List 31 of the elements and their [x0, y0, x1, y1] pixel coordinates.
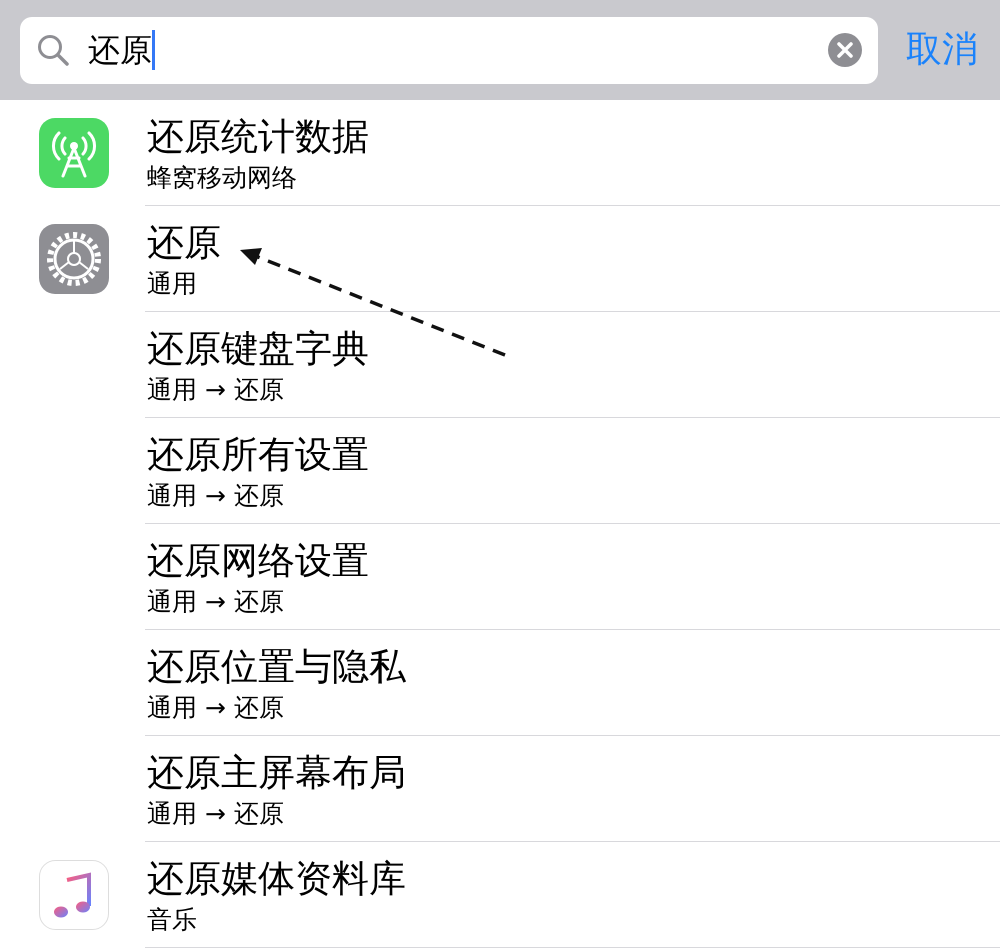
result-path: 蜂窝移动网络 — [147, 162, 297, 194]
result-path: 通用 → 还原 — [147, 692, 284, 724]
result-row[interactable]: 还原主屏幕布局 通用 → 还原 — [145, 736, 1000, 842]
result-title: 还原统计数据 — [147, 114, 369, 160]
cellular-antenna-icon — [38, 118, 108, 188]
result-path: 通用 → 还原 — [147, 374, 284, 406]
result-title: 还原主屏幕布局 — [147, 750, 406, 796]
search-field[interactable]: 还原 — [20, 16, 878, 84]
result-row[interactable]: 还原统计数据 蜂窝移动网络 — [145, 100, 1000, 206]
settings-icon — [38, 224, 108, 294]
result-row[interactable]: 还原键盘字典 通用 → 还原 — [145, 312, 1000, 418]
result-title: 还原位置与隐私 — [147, 644, 406, 690]
result-path: 通用 — [147, 268, 197, 300]
result-row[interactable]: 还原位置与隐私 通用 → 还原 — [145, 630, 1000, 736]
result-row[interactable]: 还原网络设置 通用 → 还原 — [145, 524, 1000, 630]
result-row[interactable]: 还原所有设置 通用 → 还原 — [145, 418, 1000, 524]
clear-icon[interactable] — [828, 33, 862, 67]
result-path: 通用 → 还原 — [147, 586, 284, 618]
result-title: 还原网络设置 — [147, 538, 369, 584]
text-cursor — [152, 30, 155, 70]
result-path: 通用 → 还原 — [147, 480, 284, 512]
search-text: 还原 — [88, 30, 152, 71]
result-title: 还原键盘字典 — [147, 326, 369, 372]
result-title: 还原媒体资料库 — [147, 856, 406, 902]
result-title: 还原 — [147, 220, 221, 266]
result-row[interactable]: 还原媒体资料库 音乐 — [145, 842, 1000, 948]
music-note-icon — [38, 860, 108, 930]
result-title: 还原所有设置 — [147, 432, 369, 478]
result-path: 音乐 — [147, 904, 197, 936]
search-icon — [36, 33, 70, 67]
result-path: 通用 → 还原 — [147, 798, 284, 830]
